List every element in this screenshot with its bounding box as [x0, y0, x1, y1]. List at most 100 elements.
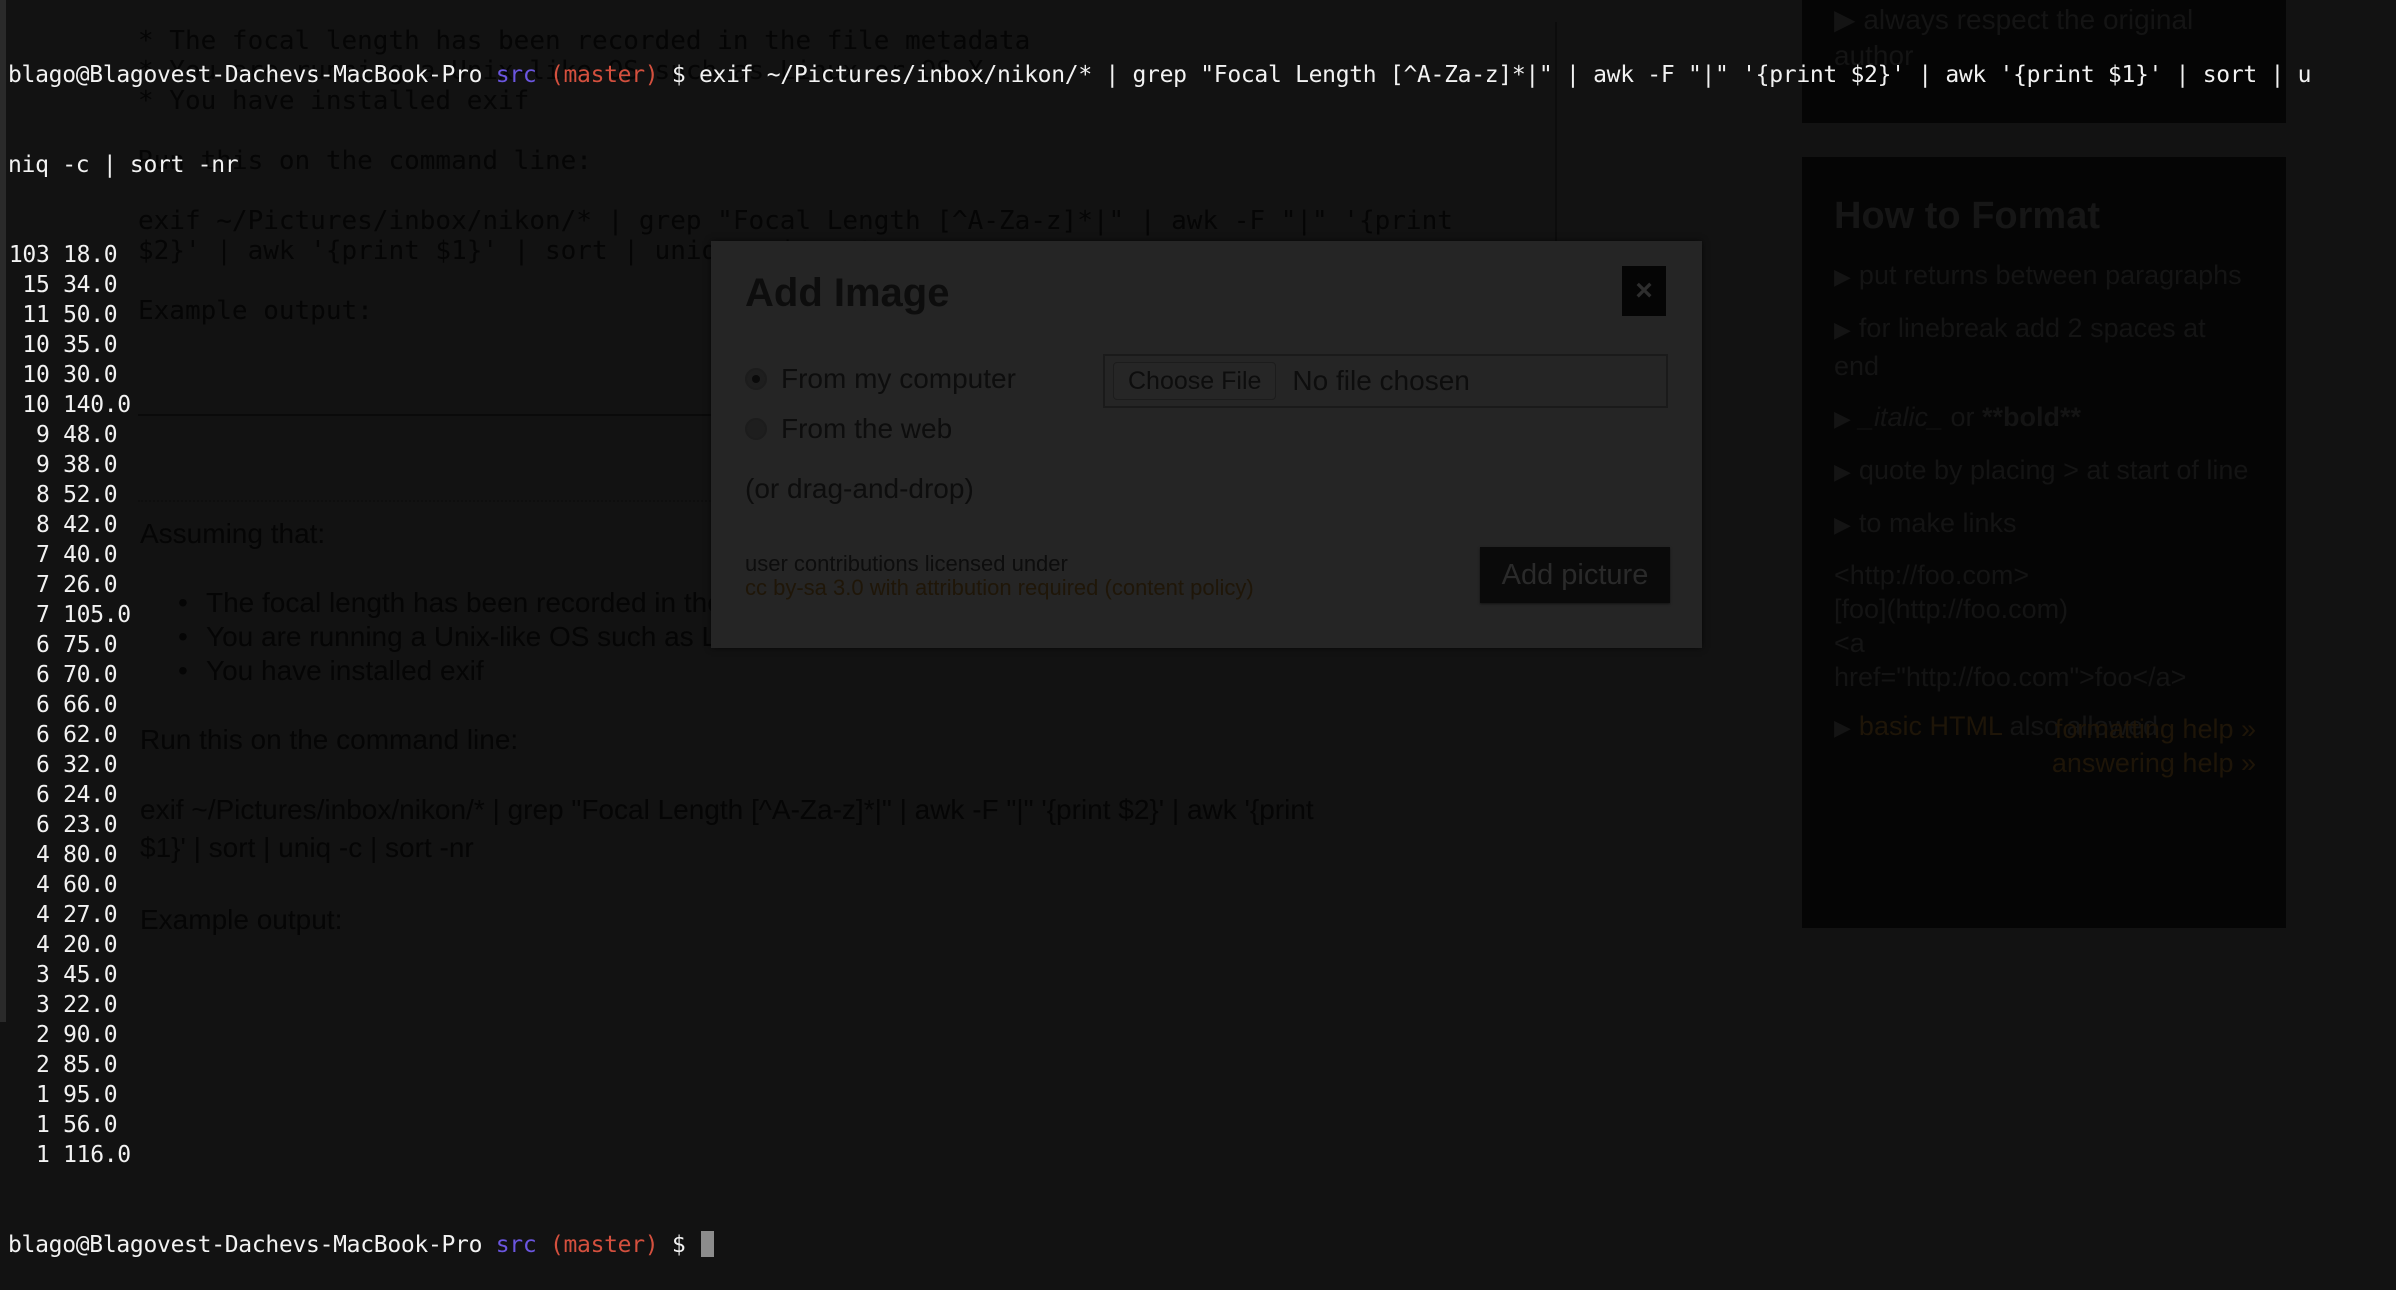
- output-count: 6: [35, 722, 50, 748]
- output-count: 15: [22, 272, 50, 298]
- command-line-wrap: niq -c | sort -nr: [8, 152, 239, 178]
- output-focal-length: 75.0: [63, 632, 118, 658]
- prompt-dir: src: [495, 1232, 537, 1258]
- output-focal-length: 38.0: [63, 452, 118, 478]
- output-count: 10: [22, 392, 50, 418]
- output-count: 6: [35, 752, 50, 778]
- output-focal-length: 32.0: [63, 752, 118, 778]
- output-count: 7: [35, 602, 50, 628]
- output-row: 8 52.0: [8, 480, 2396, 510]
- output-row: 7 26.0: [8, 570, 2396, 600]
- output-focal-length: 18.0: [63, 242, 118, 268]
- output-row: 15 34.0: [8, 270, 2396, 300]
- output-focal-length: 52.0: [63, 482, 118, 508]
- output-row: 6 24.0: [8, 780, 2396, 810]
- output-count: 2: [35, 1022, 50, 1048]
- output-row: 6 23.0: [8, 810, 2396, 840]
- prompt-branch: (master): [549, 62, 659, 88]
- output-count: 9: [35, 422, 50, 448]
- output-focal-length: 42.0: [63, 512, 118, 538]
- output-focal-length: 24.0: [63, 782, 118, 808]
- output-row: 6 70.0: [8, 660, 2396, 690]
- output-focal-length: 26.0: [63, 572, 118, 598]
- output-row: 7 40.0: [8, 540, 2396, 570]
- output-focal-length: 95.0: [63, 1082, 118, 1108]
- output-focal-length: 22.0: [63, 992, 118, 1018]
- output-count: 4: [35, 902, 50, 928]
- output-focal-length: 116.0: [63, 1142, 131, 1168]
- output-row: 2 85.0: [8, 1050, 2396, 1080]
- output-count: 6: [35, 632, 50, 658]
- output-focal-length: 80.0: [63, 842, 118, 868]
- output-row: 10 140.0: [8, 390, 2396, 420]
- output-count: 3: [35, 992, 50, 1018]
- prompt-line[interactable]: blago@Blagovest-Dachevs-MacBook-Pro src …: [8, 1230, 2396, 1260]
- output-focal-length: 35.0: [63, 332, 118, 358]
- output-row: 6 32.0: [8, 750, 2396, 780]
- output-count: 3: [35, 962, 50, 988]
- output-focal-length: 34.0: [63, 272, 118, 298]
- output-row: 1 95.0: [8, 1080, 2396, 1110]
- output-row: 3 45.0: [8, 960, 2396, 990]
- output-row: 6 75.0: [8, 630, 2396, 660]
- output-focal-length: 66.0: [63, 692, 118, 718]
- output-count: 2: [35, 1052, 50, 1078]
- output-row: 4 27.0: [8, 900, 2396, 930]
- output-count: 6: [35, 692, 50, 718]
- output-focal-length: 60.0: [63, 872, 118, 898]
- command-text: exif ~/Pictures/inbox/nikon/* | grep "Fo…: [685, 62, 2312, 88]
- output-count: 9: [35, 452, 50, 478]
- output-focal-length: 85.0: [63, 1052, 118, 1078]
- prompt-dir: src: [495, 62, 537, 88]
- output-row: 6 66.0: [8, 690, 2396, 720]
- output-count: 10: [22, 362, 50, 388]
- output-focal-length: 48.0: [63, 422, 118, 448]
- output-row: 7 105.0: [8, 600, 2396, 630]
- output-count: 8: [35, 482, 50, 508]
- output-focal-length: 90.0: [63, 1022, 118, 1048]
- output-count: 1: [35, 1142, 50, 1168]
- output-count: 7: [35, 572, 50, 598]
- output-count: 6: [35, 812, 50, 838]
- output-row: 1 116.0: [8, 1140, 2396, 1170]
- output-row: 10 30.0: [8, 360, 2396, 390]
- text-cursor: [701, 1231, 715, 1257]
- output-focal-length: 27.0: [63, 902, 118, 928]
- output-rows: 103 18.0 15 34.0 11 50.0 10 35.0 10 30.0 10 1…: [8, 240, 2396, 1170]
- output-focal-length: 56.0: [63, 1112, 118, 1138]
- output-focal-length: 62.0: [63, 722, 118, 748]
- output-count: 8: [35, 512, 50, 538]
- output-row: 10 35.0: [8, 330, 2396, 360]
- output-focal-length: 105.0: [63, 602, 131, 628]
- output-count: 6: [35, 662, 50, 688]
- output-focal-length: 23.0: [63, 812, 118, 838]
- output-count: 7: [35, 542, 50, 568]
- output-focal-length: 70.0: [63, 662, 118, 688]
- output-count: 6: [35, 782, 50, 808]
- output-count: 1: [35, 1112, 50, 1138]
- prompt-symbol: $: [671, 62, 686, 88]
- output-focal-length: 140.0: [63, 392, 131, 418]
- output-row: 9 48.0: [8, 420, 2396, 450]
- output-row: 2 90.0: [8, 1020, 2396, 1050]
- terminal-output: blago@Blagovest-Dachevs-MacBook-Pro src …: [8, 0, 2396, 1290]
- prompt-user-host: blago@Blagovest-Dachevs-MacBook-Pro: [8, 62, 483, 88]
- output-row: 8 42.0: [8, 510, 2396, 540]
- output-focal-length: 45.0: [63, 962, 118, 988]
- output-focal-length: 40.0: [63, 542, 118, 568]
- window-edge: [0, 0, 6, 1022]
- output-count: 4: [35, 872, 50, 898]
- output-count: 4: [35, 842, 50, 868]
- output-count: 10: [22, 332, 50, 358]
- output-row: 4 20.0: [8, 930, 2396, 960]
- output-count: 4: [35, 932, 50, 958]
- output-row: 4 80.0: [8, 840, 2396, 870]
- output-count: 103: [8, 242, 50, 268]
- prompt-user-host: blago@Blagovest-Dachevs-MacBook-Pro: [8, 1232, 483, 1258]
- output-focal-length: 50.0: [63, 302, 118, 328]
- output-row: 103 18.0: [8, 240, 2396, 270]
- output-row: 9 38.0: [8, 450, 2396, 480]
- output-row: 4 60.0: [8, 870, 2396, 900]
- output-focal-length: 20.0: [63, 932, 118, 958]
- output-count: 11: [22, 302, 50, 328]
